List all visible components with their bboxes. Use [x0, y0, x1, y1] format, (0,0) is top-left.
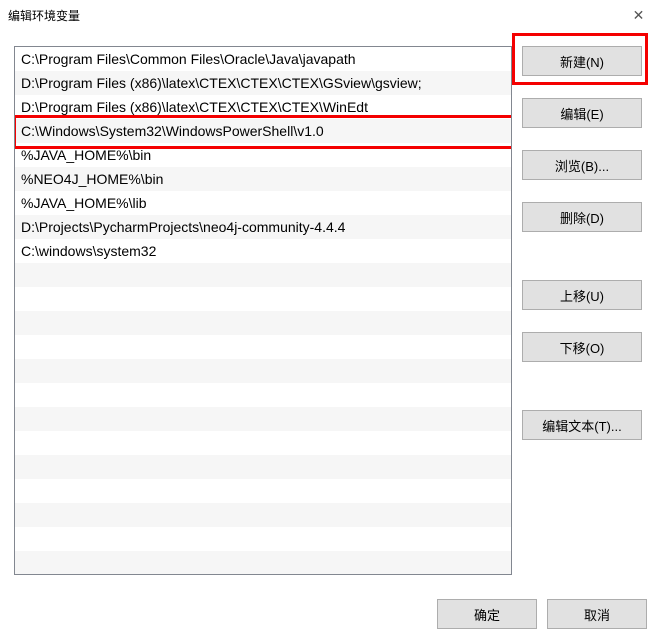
list-item[interactable]: D:\Program Files (x86)\latex\CTEX\CTEX\C…: [15, 71, 511, 95]
move-up-button[interactable]: 上移(U): [522, 280, 642, 310]
new-button[interactable]: 新建(N): [522, 46, 642, 76]
move-down-button[interactable]: 下移(O): [522, 332, 642, 362]
spacer: [522, 128, 642, 150]
list-item[interactable]: [15, 431, 511, 455]
path-listbox[interactable]: C:\Program Files\Common Files\Oracle\Jav…: [14, 46, 512, 575]
dialog-button-bar: 确定 取消: [437, 599, 647, 629]
list-item[interactable]: [15, 407, 511, 431]
list-item[interactable]: [15, 527, 511, 551]
side-button-column: 新建(N) 编辑(E) 浏览(B)... 删除(D) 上移(U) 下移(O) 编…: [522, 46, 642, 575]
edit-button[interactable]: 编辑(E): [522, 98, 642, 128]
spacer: [522, 180, 642, 202]
close-button[interactable]: ✕: [616, 0, 661, 30]
list-item[interactable]: D:\Projects\PycharmProjects\neo4j-commun…: [15, 215, 511, 239]
list-item[interactable]: [15, 359, 511, 383]
list-item[interactable]: [15, 455, 511, 479]
list-item[interactable]: [15, 335, 511, 359]
spacer: [522, 76, 642, 98]
list-item[interactable]: %JAVA_HOME%\bin: [15, 143, 511, 167]
list-item[interactable]: [15, 311, 511, 335]
ok-button[interactable]: 确定: [437, 599, 537, 629]
list-item[interactable]: [15, 551, 511, 575]
main-area: C:\Program Files\Common Files\Oracle\Jav…: [14, 46, 647, 575]
list-item[interactable]: C:\windows\system32: [15, 239, 511, 263]
titlebar: 编辑环境变量 ✕: [0, 0, 661, 30]
list-item[interactable]: [15, 383, 511, 407]
window-title: 编辑环境变量: [8, 7, 80, 24]
list-item[interactable]: [15, 263, 511, 287]
spacer: [522, 232, 642, 280]
list-item[interactable]: %NEO4J_HOME%\bin: [15, 167, 511, 191]
browse-button[interactable]: 浏览(B)...: [522, 150, 642, 180]
list-item[interactable]: [15, 479, 511, 503]
list-item[interactable]: [15, 287, 511, 311]
edit-text-button[interactable]: 编辑文本(T)...: [522, 410, 642, 440]
list-item[interactable]: C:\Windows\System32\WindowsPowerShell\v1…: [15, 119, 511, 143]
dialog-content: C:\Program Files\Common Files\Oracle\Jav…: [0, 30, 661, 639]
spacer: [522, 310, 642, 332]
list-item[interactable]: %JAVA_HOME%\lib: [15, 191, 511, 215]
delete-button[interactable]: 删除(D): [522, 202, 642, 232]
cancel-button[interactable]: 取消: [547, 599, 647, 629]
spacer: [522, 362, 642, 410]
list-item[interactable]: D:\Program Files (x86)\latex\CTEX\CTEX\C…: [15, 95, 511, 119]
list-item[interactable]: C:\Program Files\Common Files\Oracle\Jav…: [15, 47, 511, 71]
close-icon: ✕: [633, 7, 645, 24]
list-item[interactable]: [15, 503, 511, 527]
